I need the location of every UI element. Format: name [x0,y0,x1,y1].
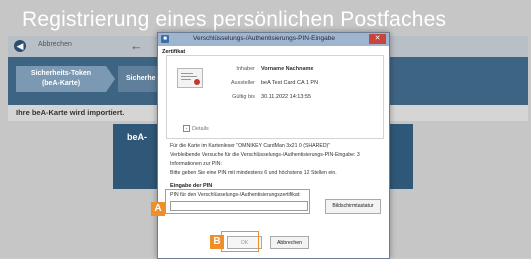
dialog-app-icon: ■ [161,35,169,43]
ok-button-highlight [221,231,259,252]
cert-value: beA Test Card CA 1 PN [261,80,319,86]
certificate-icon [177,68,203,88]
back-button-label[interactable]: Abbrechen [38,41,72,48]
pin-info-heading: Informationen zur PIN: [170,161,222,167]
step-arrow-shape [106,66,115,92]
cert-key: Aussteller [230,80,255,86]
cert-key: Inhaber [236,66,255,72]
pin-field-highlight [165,189,310,214]
step-security-token-line1: Sicherheits-Token [30,70,92,77]
cert-row-holder: Inhaber Vorname Nachname [225,66,313,72]
page-title: Registrierung eines persönlichen Postfac… [22,8,447,31]
cert-value: Vorname Nachname [261,66,314,72]
back-arrow-icon[interactable]: ◀ [14,40,26,52]
cert-row-issuer: Aussteller beA Test Card CA 1 PN [225,80,318,86]
cert-row-valid-until: Gültig bis 30.11.2022 14:13:55 [225,94,311,100]
step-security-token-line2: (beA-Karte) [41,80,81,87]
dialog-title: Verschlüsselungs-/Authentisierungs-PIN-E… [193,35,335,42]
certificate-box: Inhaber Vorname Nachname Aussteller beA Te… [166,55,384,139]
cert-value: 30.11.2022 14:13:55 [261,94,312,100]
details-label[interactable]: Details [192,126,209,132]
close-button[interactable]: ✕ [369,34,386,44]
marker-a: A [151,202,165,216]
expand-icon[interactable]: + [183,125,190,132]
cert-key: Gültig bis [232,94,255,100]
dialog-titlebar: ■ Verschlüsselungs-/Authentisierungs-PIN… [158,33,389,46]
pin-length-info: Bitte geben Sie eine PIN mit mindestens … [170,170,337,176]
details-toggle[interactable]: + Details [183,125,209,132]
step-security-next: Sicherhe [118,66,158,92]
card-reader-info: Für die Karte im Kartenleser "OMNIKEY Ca… [170,143,331,149]
status-text: Ihre beA-Karte wird importiert. [16,108,125,117]
remaining-attempts-info: Verbleibende Versuche für die Verschlüss… [170,152,360,158]
marker-b: B [210,235,224,249]
onscreen-keyboard-button[interactable]: Bildschirmtastatur [325,199,381,214]
pin-entry-dialog: ■ Verschlüsselungs-/Authentisierungs-PIN… [157,32,390,259]
step-security-token: Sicherheits-Token (beA-Karte) [16,66,106,92]
cancel-button[interactable]: Abbrechen [270,236,309,249]
bea-card-label: beA- [127,132,147,142]
forward-arrow-icon[interactable]: ← [130,38,143,54]
